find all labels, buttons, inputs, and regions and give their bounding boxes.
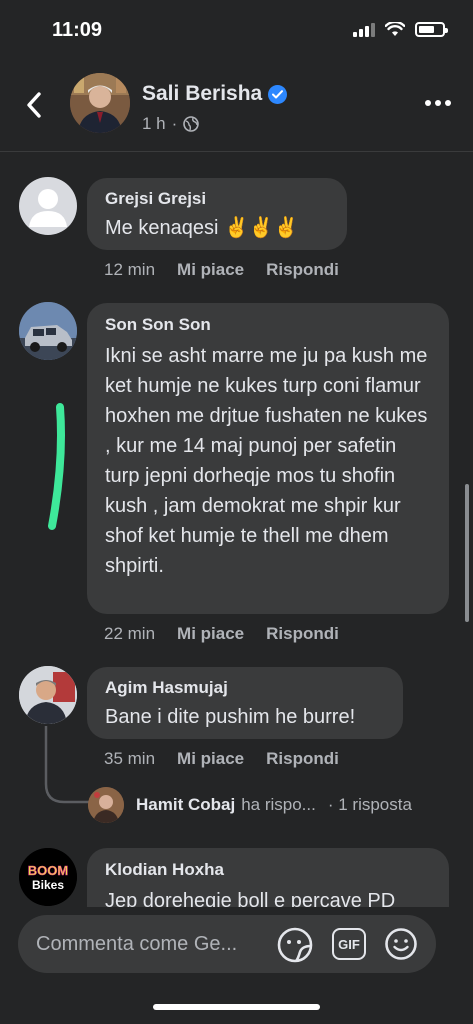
- emoji-icon[interactable]: [384, 927, 418, 961]
- comment-avatar[interactable]: [19, 302, 77, 360]
- chevron-left-icon: [27, 92, 41, 118]
- home-indicator[interactable]: [153, 1004, 320, 1010]
- reply-button[interactable]: Rispondi: [266, 624, 339, 644]
- comment-avatar[interactable]: BOOM Bikes: [19, 848, 77, 906]
- reply-button[interactable]: Rispondi: [266, 749, 339, 769]
- wifi-icon: [385, 22, 405, 36]
- comment-text: Ikni se asht marre me ju pa kush me ket …: [105, 345, 428, 577]
- reply-summary-name: Hamit Cobaj: [136, 795, 236, 814]
- thread-connector: [44, 726, 90, 804]
- comment-author[interactable]: Grejsi Grejsi: [105, 189, 329, 209]
- comment-actions: 12 min Mi piace Rispondi: [104, 260, 339, 280]
- author-name-text: Sali Berisha: [142, 82, 263, 105]
- gif-button[interactable]: GIF: [332, 928, 366, 960]
- comment-actions: 22 min Mi piace Rispondi: [104, 624, 339, 644]
- back-button[interactable]: [22, 90, 46, 120]
- reply-summary-count: · 1 risposta: [327, 795, 412, 814]
- more-options-button[interactable]: [425, 100, 451, 106]
- comment-bubble[interactable]: Agim Hasmujaj Bane i dite pushim he burr…: [87, 667, 403, 739]
- scrollbar[interactable]: [465, 484, 469, 622]
- post-header: Sali Berisha 1 h ·: [0, 62, 473, 152]
- meta-separator: ·: [171, 114, 178, 133]
- reply-summary-action: ha rispo...: [241, 795, 316, 814]
- sticker-icon[interactable]: [276, 926, 314, 964]
- comment-time: 22 min: [104, 624, 156, 643]
- post-time: 1 h: [142, 114, 166, 133]
- gif-label: GIF: [338, 936, 360, 952]
- annotation-highlight-mark: [48, 403, 65, 530]
- post-meta: 1 h ·: [142, 114, 200, 134]
- comment-bubble[interactable]: Klodian Hoxha Jep dorehegie boll e perca…: [87, 848, 449, 907]
- brand-logo-bottom: Bikes: [32, 878, 64, 892]
- comment-composer: Commenta come Ge... GIF: [0, 907, 473, 1024]
- comment-author[interactable]: Son Son Son: [105, 315, 431, 335]
- like-button[interactable]: Mi piace: [177, 260, 244, 280]
- comment-text: Me kenaqesi ✌️✌️✌️: [105, 217, 299, 239]
- comment-actions: 35 min Mi piace Rispondi: [104, 749, 339, 769]
- status-time: 11:09: [52, 19, 103, 41]
- author-avatar[interactable]: [70, 73, 130, 133]
- cellular-signal-icon: [353, 22, 375, 37]
- comment-input-placeholder: Commenta come Ge...: [36, 933, 238, 955]
- comment-time: 12 min: [104, 260, 156, 279]
- globe-icon: [183, 116, 200, 132]
- like-button[interactable]: Mi piace: [177, 749, 244, 769]
- status-bar: 11:09: [0, 0, 473, 62]
- battery-icon: [415, 22, 448, 37]
- verified-badge-icon: [268, 84, 288, 104]
- status-icons: [353, 22, 448, 37]
- comment-bubble[interactable]: Grejsi Grejsi Me kenaqesi ✌️✌️✌️: [87, 178, 347, 250]
- comment-bubble[interactable]: Son Son Son Ikni se asht marre me ju pa …: [87, 303, 449, 614]
- comment-text: Bane i dite pushim he burre!: [105, 706, 356, 728]
- author-name[interactable]: Sali Berisha: [142, 82, 288, 106]
- reply-avatar[interactable]: [88, 787, 124, 823]
- like-button[interactable]: Mi piace: [177, 624, 244, 644]
- comment-author[interactable]: Agim Hasmujaj: [105, 678, 385, 698]
- reply-summary[interactable]: Hamit Cobaj ha rispo... · 1 risposta: [136, 795, 412, 815]
- comment-avatar[interactable]: [19, 666, 77, 724]
- comment-text: Jep dorehegie boll e percave PD: [105, 890, 396, 907]
- comment-avatar[interactable]: [19, 177, 77, 235]
- comment-input[interactable]: Commenta come Ge... GIF: [18, 915, 436, 973]
- comment-author[interactable]: Klodian Hoxha: [105, 860, 431, 880]
- comments-list[interactable]: Grejsi Grejsi Me kenaqesi ✌️✌️✌️ 12 min …: [0, 152, 473, 907]
- reply-button[interactable]: Rispondi: [266, 260, 339, 280]
- brand-logo-top: BOOM: [28, 863, 68, 878]
- comment-time: 35 min: [104, 749, 156, 768]
